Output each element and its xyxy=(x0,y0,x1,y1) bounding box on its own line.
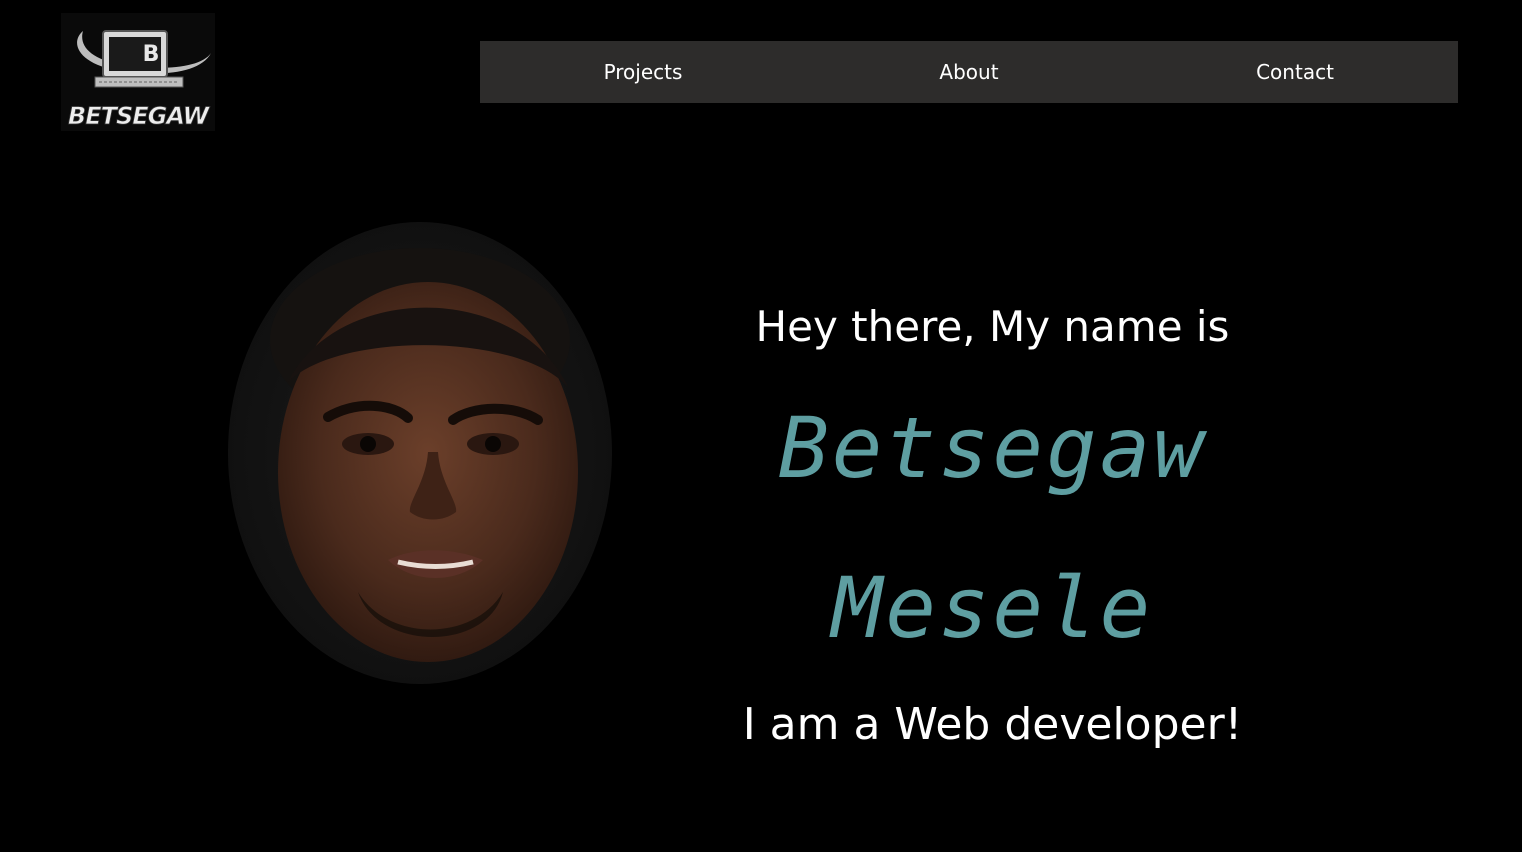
logo-monogram: B xyxy=(143,42,160,67)
logo-wordmark: BETSEGAW xyxy=(68,102,211,130)
nav-item-contact[interactable]: Contact xyxy=(1132,41,1458,103)
site-logo[interactable]: B BETSEGAW xyxy=(61,13,215,131)
hero-name: Betsegaw Mesele xyxy=(778,399,1207,657)
nav-item-about[interactable]: About xyxy=(806,41,1132,103)
main-nav: Projects About Contact xyxy=(480,41,1458,103)
hero-greeting: Hey there, My name is xyxy=(755,302,1230,351)
page: B BETSEGAW Projects About Contact Hey th… xyxy=(0,0,1522,852)
computer-monitor-icon: B BETSEGAW xyxy=(61,13,215,131)
nav-item-projects[interactable]: Projects xyxy=(480,41,806,103)
hero-role: I am a Web developer! xyxy=(742,699,1243,750)
profile-photo xyxy=(228,222,612,684)
hero-section: Hey there, My name is Betsegaw Mesele I … xyxy=(640,290,1345,762)
